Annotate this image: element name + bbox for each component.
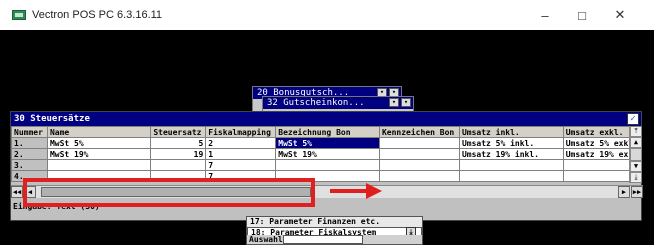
selection-input[interactable] — [283, 235, 363, 244]
dialog-title-text: 30 Steuersätze — [14, 114, 90, 124]
column-header-kennzeichen-bon[interactable]: Kennzeichen Bon — [378, 126, 460, 138]
close-button[interactable]: ✕ — [600, 0, 640, 30]
row-number: 1. — [11, 137, 48, 149]
column-header-name[interactable]: Name — [46, 126, 152, 138]
cell-name[interactable] — [46, 159, 152, 171]
row-number: 2. — [11, 148, 48, 160]
column-header-nummer[interactable]: Nummer — [11, 126, 48, 138]
confirm-check-button[interactable]: ✓ — [627, 113, 639, 125]
cell-steuersatz[interactable]: 5 — [150, 137, 207, 149]
chevron-down-icon: ▾ — [389, 98, 399, 107]
cell-fiskalmapping[interactable]: 1 — [205, 148, 277, 160]
cell-bezeichnung-bon[interactable]: MwSt 19% — [275, 148, 380, 160]
scroll-right-icon[interactable]: ▶ — [618, 186, 630, 198]
scroll-up-icon[interactable]: ▲ — [630, 137, 642, 148]
table-header-row: Nummer Name Steuersatz Fiskalmapping Bez… — [11, 126, 642, 138]
scroll-track[interactable] — [630, 148, 642, 161]
arrow-right-icon — [330, 189, 370, 193]
column-header-steuersatz[interactable]: Steuersatz — [150, 126, 207, 138]
tax-rates-table: Nummer Name Steuersatz Fiskalmapping Bez… — [11, 126, 642, 182]
column-header-bezeichnung-bon[interactable]: Bezeichnung Bon — [275, 126, 380, 138]
cell-fiskalmapping[interactable]: 2 — [205, 137, 277, 149]
scroll-last-icon[interactable]: ▶▶ — [631, 186, 643, 198]
chevron-down-icon: ▾ — [401, 98, 411, 107]
cell-name[interactable]: MwSt 5% — [46, 137, 152, 149]
cell-kennzeichen-bon[interactable] — [378, 148, 460, 160]
column-header-fiskalmapping[interactable]: Fiskalmapping — [205, 126, 277, 138]
arrow-head-icon — [366, 183, 382, 199]
cell-umsatz-inkl[interactable]: Umsatz 19% inkl. — [458, 148, 564, 160]
cell-umsatz-inkl[interactable] — [458, 159, 564, 171]
cell-name[interactable]: MwSt 19% — [46, 148, 152, 160]
cell-steuersatz[interactable] — [150, 159, 207, 171]
window-title: Vectron POS PC 6.3.16.11 — [32, 9, 163, 21]
cell-kennzeichen-bon[interactable] — [378, 137, 460, 149]
selection-label: Auswahl — [249, 235, 283, 244]
dialog-title: 30 Steuersätze ✓ — [11, 112, 641, 126]
column-header-umsatz-inkl[interactable]: Umsatz inkl. — [458, 126, 564, 138]
scroll-first-icon[interactable]: ◀◀ — [11, 186, 23, 198]
cell-umsatz-inkl[interactable] — [458, 170, 564, 182]
cell-steuersatz[interactable]: 19 — [150, 148, 207, 160]
cell-kennzeichen-bon[interactable] — [378, 170, 460, 182]
app-icon — [12, 10, 26, 20]
cell-bezeichnung-bon[interactable] — [275, 159, 380, 171]
menu-item-finanzen[interactable]: 17: Parameter Finanzen etc. — [247, 217, 422, 227]
minimize-button[interactable]: – — [525, 0, 565, 30]
parameter-menu: 17: Parameter Finanzen etc. 18: Paramete… — [246, 216, 423, 245]
cell-umsatz-inkl[interactable]: Umsatz 5% inkl. — [458, 137, 564, 149]
cell-fiskalmapping[interactable]: 7 — [205, 159, 277, 171]
row-number: 3. — [11, 159, 48, 171]
cell-bezeichnung-bon-selected[interactable]: MwSt 5% — [275, 137, 380, 149]
window-titlebar: Vectron POS PC 6.3.16.11 – □ ✕ — [0, 0, 654, 30]
table-row[interactable]: 3. 7 — [11, 159, 642, 171]
vertical-scrollbar[interactable]: ⤒ ▲ ▼ ⤓ — [629, 126, 642, 183]
scroll-top-icon[interactable]: ⤒ — [630, 126, 642, 137]
cell-kennzeichen-bon[interactable] — [378, 159, 460, 171]
selection-row: Auswahl — [247, 235, 422, 244]
scroll-down-icon[interactable]: ▼ — [630, 161, 642, 172]
maximize-button[interactable]: □ — [562, 0, 602, 30]
scroll-bottom-icon[interactable]: ⤓ — [630, 172, 642, 183]
table-row[interactable]: 2. MwSt 19% 19 1 MwSt 19% Umsatz 19% ink… — [11, 148, 642, 160]
table-row[interactable]: 1. MwSt 5% 5 2 MwSt 5% Umsatz 5% inkl. U… — [11, 137, 642, 149]
highlight-box — [23, 178, 315, 207]
